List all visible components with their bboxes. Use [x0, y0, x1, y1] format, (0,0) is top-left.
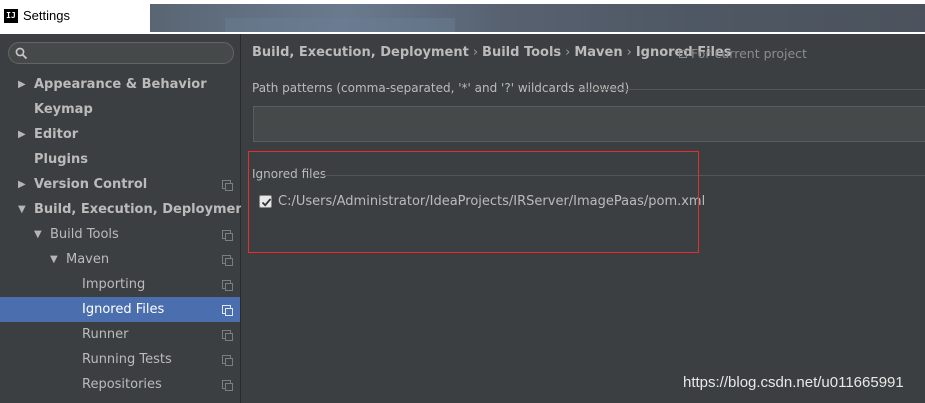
sidebar-item-label: Ignored Files [82, 302, 165, 317]
section-divider [581, 89, 925, 90]
sidebar-item-label: Importing [82, 277, 146, 292]
sidebar-item-repositories[interactable]: Repositories [0, 372, 240, 397]
sidebar-item-label: Build, Execution, Deployment [34, 202, 251, 217]
project-scope-icon [222, 255, 233, 266]
breadcrumb-item-maven: Maven [574, 45, 623, 60]
settings-sidebar: ▶ Appearance & Behavior Keymap ▶ Editor Plugi… [0, 34, 251, 403]
breadcrumb-item-build-tools: Build Tools [482, 45, 562, 60]
project-scope-icon [222, 280, 233, 291]
sidebar-item-runner[interactable]: Runner [0, 322, 240, 347]
sidebar-item-plugins[interactable]: Plugins [0, 147, 240, 172]
expanded-arrow-icon[interactable]: ▼ [50, 247, 58, 272]
sidebar-item-label: Maven [66, 252, 110, 267]
sidebar-item-keymap[interactable]: Keymap [0, 97, 240, 122]
sidebar-item-appearance-behavior[interactable]: ▶ Appearance & Behavior [0, 72, 240, 97]
title-bar: IJ Settings [0, 0, 925, 34]
project-scope-icon [679, 50, 687, 58]
sidebar-item-maven[interactable]: ▼ Maven [0, 247, 240, 272]
collapsed-arrow-icon[interactable]: ▶ [18, 172, 26, 197]
sidebar-item-label: Runner [82, 327, 129, 342]
watermark: https://blog.csdn.net/u011665991 [683, 374, 904, 391]
project-scope-icon [222, 380, 233, 391]
project-scope-icon [222, 230, 233, 241]
breadcrumb-separator: › [565, 45, 571, 60]
search-input[interactable] [8, 42, 234, 64]
sidebar-item-label: Version Control [34, 177, 148, 192]
window-title: Settings [23, 8, 70, 23]
path-patterns-label: Path patterns (comma-separated, '*' and … [252, 81, 630, 95]
project-scope-icon [222, 305, 233, 316]
breadcrumb-separator: › [626, 45, 632, 60]
sidebar-item-label: Build Tools [50, 227, 119, 242]
sidebar-item-running-tests[interactable]: Running Tests [0, 347, 240, 372]
sidebar-item-label: Keymap [34, 102, 93, 117]
collapsed-arrow-icon[interactable]: ▶ [18, 122, 26, 147]
collapsed-arrow-icon[interactable]: ▶ [18, 72, 26, 97]
blurred-background-detail [225, 18, 455, 32]
breadcrumb: Build, Execution, Deployment › Build Tools… [252, 45, 732, 60]
sidebar-item-importing[interactable]: Importing [0, 272, 240, 297]
expanded-arrow-icon[interactable]: ▼ [34, 222, 42, 247]
sidebar-item-label: Repositories [82, 377, 162, 392]
sidebar-item-label: Appearance & Behavior [34, 77, 207, 92]
sidebar-item-label: Running Tests [82, 352, 172, 367]
project-scope-icon [222, 180, 233, 191]
sidebar-item-ignored-files[interactable]: Ignored Files [0, 297, 240, 322]
sidebar-item-version-control[interactable]: ▶ Version Control [0, 172, 240, 197]
search-icon [15, 47, 28, 60]
project-scope-icon [222, 355, 233, 366]
scope-indicator: For current project [679, 46, 807, 61]
sidebar-item-editor[interactable]: ▶ Editor [0, 122, 240, 147]
highlight-annotation [248, 151, 699, 253]
sidebar-item-build-execution-deployment[interactable]: ▼ Build, Execution, Deployment [0, 197, 251, 222]
intellij-app-icon: IJ [4, 9, 18, 23]
sidebar-item-label: Plugins [34, 152, 88, 167]
sidebar-item-label: Editor [34, 127, 79, 142]
breadcrumb-separator: › [472, 45, 479, 60]
expanded-arrow-icon[interactable]: ▼ [18, 197, 26, 222]
scope-label: For current project [691, 46, 807, 61]
sidebar-item-build-tools[interactable]: ▼ Build Tools [0, 222, 240, 247]
path-patterns-field[interactable] [253, 106, 925, 142]
project-scope-icon [222, 330, 233, 341]
breadcrumb-item-build-execution-deployment: Build, Execution, Deployment [252, 45, 469, 60]
